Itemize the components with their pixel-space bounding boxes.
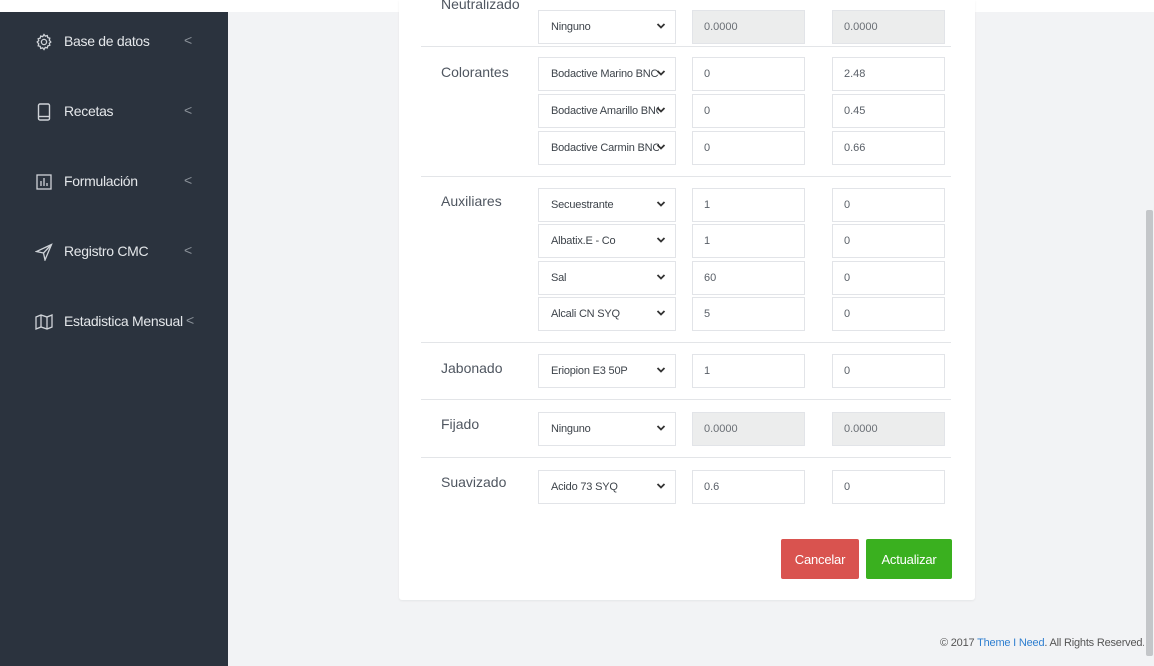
auxiliares-value-b-4[interactable]: 0 xyxy=(832,297,945,331)
map-icon xyxy=(34,312,54,332)
colorantes-select-3[interactable]: Bodactive Carmin BNC xyxy=(538,131,676,165)
neutralizado-select[interactable]: Ninguno xyxy=(538,10,676,44)
divider xyxy=(421,457,951,458)
chevron-left-icon: < xyxy=(184,242,193,258)
sidebar: Base de datos < Recetas < Formulación < xyxy=(0,12,228,666)
suavizado-select[interactable]: Acido 73 SYQ xyxy=(538,470,676,504)
sidebar-item-label: Estadistica Mensual xyxy=(64,313,183,329)
sidebar-item-recetas[interactable]: Recetas < xyxy=(0,90,228,134)
colorantes-value-b-2[interactable]: 0.45 xyxy=(832,94,945,128)
divider xyxy=(421,342,951,343)
sidebar-item-label: Recetas xyxy=(64,103,114,119)
sidebar-item-label: Formulación xyxy=(64,173,138,189)
gear-icon xyxy=(34,32,54,52)
chevron-left-icon: < xyxy=(184,32,193,48)
auxiliares-value-a-4[interactable]: 5 xyxy=(692,297,805,331)
auxiliares-select-1[interactable]: Secuestrante xyxy=(538,188,676,222)
sidebar-item-registro-cmc[interactable]: Registro CMC < xyxy=(0,230,228,274)
auxiliares-value-a-1[interactable]: 1 xyxy=(692,188,805,222)
suavizado-value-b[interactable]: 0 xyxy=(832,470,945,504)
group-label-auxiliares: Auxiliares xyxy=(441,193,502,209)
group-label-colorantes: Colorantes xyxy=(441,64,509,80)
jabonado-value-b[interactable]: 0 xyxy=(832,354,945,388)
chevron-down-icon xyxy=(656,107,666,113)
cancel-button[interactable]: Cancelar xyxy=(781,539,859,579)
sidebar-item-label: Base de datos xyxy=(64,33,150,49)
divider xyxy=(421,176,951,177)
chevron-down-icon xyxy=(656,201,666,207)
footer: © 2017 Theme I Need. All Rights Reserved… xyxy=(940,637,1145,649)
chevron-down-icon xyxy=(656,310,666,316)
group-label-neutralizado: Neutralizado xyxy=(441,0,520,12)
colorantes-select-2[interactable]: Bodactive Amarillo BNC xyxy=(538,94,676,128)
auxiliares-select-4[interactable]: Alcali CN SYQ xyxy=(538,297,676,331)
footer-suffix: . All Rights Reserved. xyxy=(1044,637,1146,649)
chevron-down-icon xyxy=(656,144,666,150)
colorantes-select-1[interactable]: Bodactive Marino BNC-GI xyxy=(538,57,676,91)
bar-chart-icon xyxy=(34,172,54,192)
auxiliares-value-a-2[interactable]: 1 xyxy=(692,224,805,258)
colorantes-value-a-3[interactable]: 0 xyxy=(692,131,805,165)
scrollbar-thumb[interactable] xyxy=(1146,210,1153,656)
group-label-suavizado: Suavizado xyxy=(441,474,507,490)
chevron-down-icon xyxy=(656,23,666,29)
fijado-value-b: 0.0000 xyxy=(832,412,945,446)
fijado-select[interactable]: Ninguno xyxy=(538,412,676,446)
chevron-down-icon xyxy=(656,274,666,280)
chevron-down-icon xyxy=(656,237,666,243)
chevron-left-icon: < xyxy=(186,312,195,328)
auxiliares-select-2[interactable]: Albatix.E - Co xyxy=(538,224,676,258)
fijado-value-a: 0.0000 xyxy=(692,412,805,446)
group-label-jabonado: Jabonado xyxy=(441,360,503,376)
auxiliares-value-b-2[interactable]: 0 xyxy=(832,224,945,258)
colorantes-value-b-3[interactable]: 0.66 xyxy=(832,131,945,165)
colorantes-value-a-1[interactable]: 0 xyxy=(692,57,805,91)
tablet-icon xyxy=(34,102,54,122)
chevron-down-icon xyxy=(656,483,666,489)
chevron-down-icon xyxy=(656,70,666,76)
send-icon xyxy=(34,242,54,262)
auxiliares-value-a-3[interactable]: 60 xyxy=(692,261,805,295)
auxiliares-value-b-3[interactable]: 0 xyxy=(832,261,945,295)
neutralizado-value-a: 0.0000 xyxy=(692,10,805,44)
sidebar-item-formulacion[interactable]: Formulación < xyxy=(0,160,228,204)
footer-theme-link[interactable]: Theme I Need xyxy=(977,637,1045,649)
update-button[interactable]: Actualizar xyxy=(866,539,952,579)
jabonado-value-a[interactable]: 1 xyxy=(692,354,805,388)
colorantes-value-b-1[interactable]: 2.48 xyxy=(832,57,945,91)
suavizado-value-a[interactable]: 0.6 xyxy=(692,470,805,504)
sidebar-item-base-de-datos[interactable]: Base de datos < xyxy=(0,20,228,64)
sidebar-item-estadistica-mensual[interactable]: Estadistica Mensual < xyxy=(0,300,228,344)
footer-prefix: © 2017 xyxy=(940,637,978,649)
group-label-fijado: Fijado xyxy=(441,416,480,432)
sidebar-item-label: Registro CMC xyxy=(64,243,149,259)
colorantes-value-a-2[interactable]: 0 xyxy=(692,94,805,128)
divider xyxy=(421,399,951,400)
jabonado-select[interactable]: Eriopion E3 50P xyxy=(538,354,676,388)
auxiliares-value-b-1[interactable]: 0 xyxy=(832,188,945,222)
chevron-down-icon xyxy=(656,425,666,431)
auxiliares-select-3[interactable]: Sal xyxy=(538,261,676,295)
neutralizado-value-b: 0.0000 xyxy=(832,10,945,44)
chevron-down-icon xyxy=(656,367,666,373)
divider xyxy=(421,46,951,47)
chevron-left-icon: < xyxy=(184,172,193,188)
chevron-left-icon: < xyxy=(184,102,193,118)
